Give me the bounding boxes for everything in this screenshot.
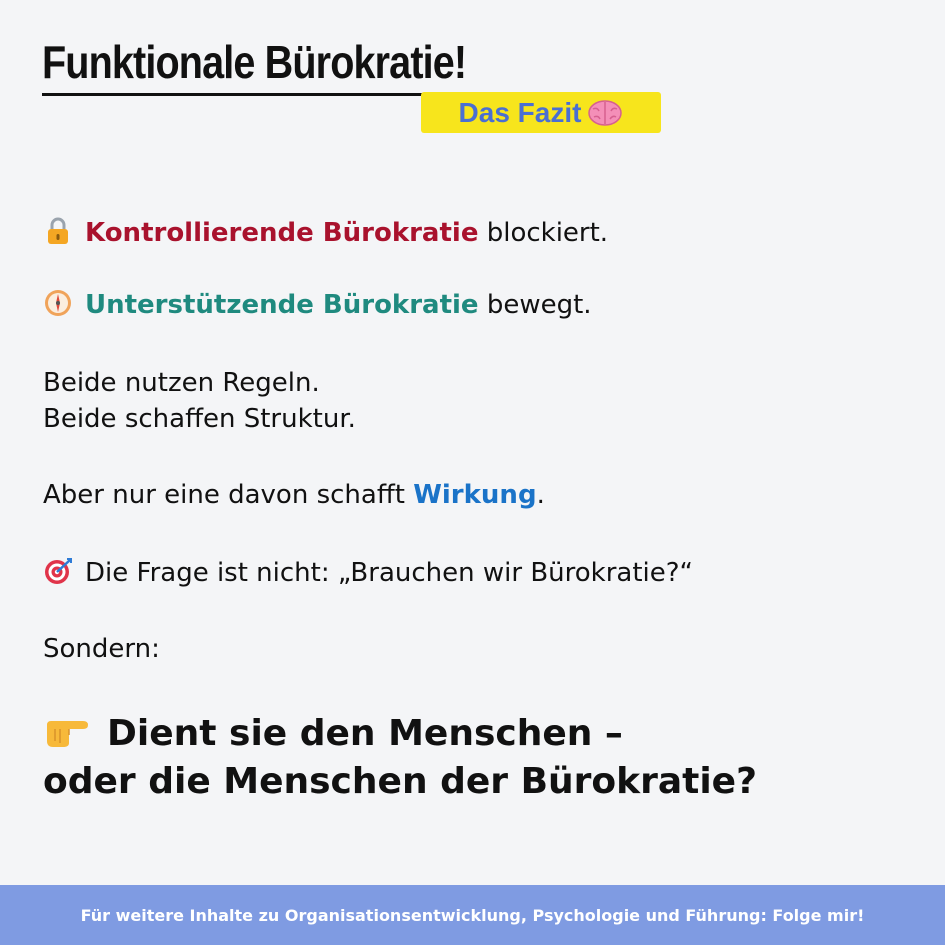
- brain-icon: [588, 99, 623, 126]
- only-one-effect: Aber nur eine davon schafft Wirkung.: [43, 478, 545, 512]
- rather-label: Sondern:: [43, 634, 160, 664]
- badge-label: Das Fazit: [458, 96, 582, 128]
- final-line-2: oder die Menschen der Bürokratie?: [43, 761, 757, 802]
- compass-icon: [45, 290, 71, 316]
- supporting-bureaucracy-label: Unterstützende Bürokratie: [85, 290, 479, 320]
- lock-icon: [48, 217, 68, 244]
- fazit-badge: Das Fazit: [421, 92, 661, 133]
- controlling-verb: blockiert.: [478, 218, 609, 248]
- both-create-structure: Beide schaffen Struktur.: [43, 404, 356, 434]
- statement-supporting: Unterstützende Bürokratie bewegt.: [43, 288, 592, 322]
- effect-prefix: Aber nur eine davon schafft: [43, 480, 414, 510]
- effect-highlight: Wirkung: [413, 480, 537, 510]
- controlling-bureaucracy-label: Kontrollierende Bürokratie: [85, 218, 479, 248]
- effect-suffix: .: [536, 480, 545, 510]
- both-use-rules: Beide nutzen Regeln.: [43, 368, 320, 398]
- statement-controlling: Kontrollierende Bürokratie blockiert.: [43, 216, 608, 250]
- footer-text: Für weitere Inhalte zu Organisationsentw…: [80, 905, 865, 925]
- footer-banner: Für weitere Inhalte zu Organisationsentw…: [0, 885, 945, 945]
- final-line-1-text: Dient sie den Menschen –: [107, 713, 623, 754]
- supporting-verb: bewegt.: [478, 290, 592, 320]
- target-icon: [45, 558, 72, 584]
- page-title: Funktionale Bürokratie!: [42, 36, 467, 88]
- final-question: Dient sie den Menschen – oder die Mensch…: [43, 710, 757, 806]
- question-text: Die Frage ist nicht: „Brauchen wir Bürok…: [85, 558, 694, 588]
- final-line-1: Dient sie den Menschen –: [43, 710, 757, 758]
- pointing-hand-icon: [47, 721, 88, 747]
- question-line: Die Frage ist nicht: „Brauchen wir Bürok…: [43, 556, 693, 590]
